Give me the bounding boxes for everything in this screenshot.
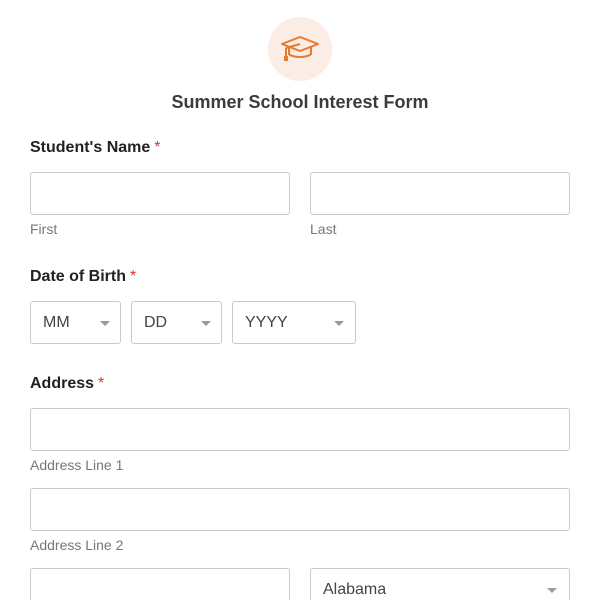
last-name-sublabel: Last (310, 221, 337, 237)
dob-label-text: Date of Birth (30, 268, 126, 285)
dob-year-value: YYYY (245, 314, 288, 331)
form-page: Summer School Interest Form Student's Na… (0, 0, 600, 600)
student-name-label-text: Student's Name (30, 139, 151, 156)
state-value: Alabama (323, 581, 387, 598)
dob-month-value: MM (43, 314, 70, 331)
required-marker: * (130, 268, 137, 285)
dob-day-value: DD (144, 314, 168, 331)
address-line1-input[interactable] (30, 408, 570, 451)
graduation-cap-icon (281, 36, 319, 61)
last-name-input[interactable] (310, 172, 570, 215)
chevron-down-icon (547, 588, 557, 593)
required-marker: * (154, 139, 161, 156)
first-name-input[interactable] (30, 172, 290, 215)
form-title: Summer School Interest Form (171, 92, 429, 112)
address-line1-sublabel: Address Line 1 (30, 457, 124, 473)
address-line2-sublabel: Address Line 2 (30, 537, 124, 553)
form-logo (268, 17, 332, 81)
student-name-label: Student's Name * (30, 139, 161, 157)
city-input[interactable] (30, 568, 290, 600)
address-label-text: Address (30, 375, 95, 392)
first-name-sublabel: First (30, 221, 58, 237)
dob-label: Date of Birth * (30, 268, 136, 286)
dob-month-select[interactable]: MM (30, 301, 121, 344)
chevron-down-icon (201, 321, 211, 326)
dob-day-select[interactable]: DD (131, 301, 222, 344)
address-label: Address * (30, 375, 104, 393)
chevron-down-icon (100, 321, 110, 326)
required-marker: * (98, 375, 105, 392)
chevron-down-icon (334, 321, 344, 326)
address-line2-input[interactable] (30, 488, 570, 531)
state-select[interactable]: Alabama (310, 568, 570, 600)
dob-year-select[interactable]: YYYY (232, 301, 356, 344)
